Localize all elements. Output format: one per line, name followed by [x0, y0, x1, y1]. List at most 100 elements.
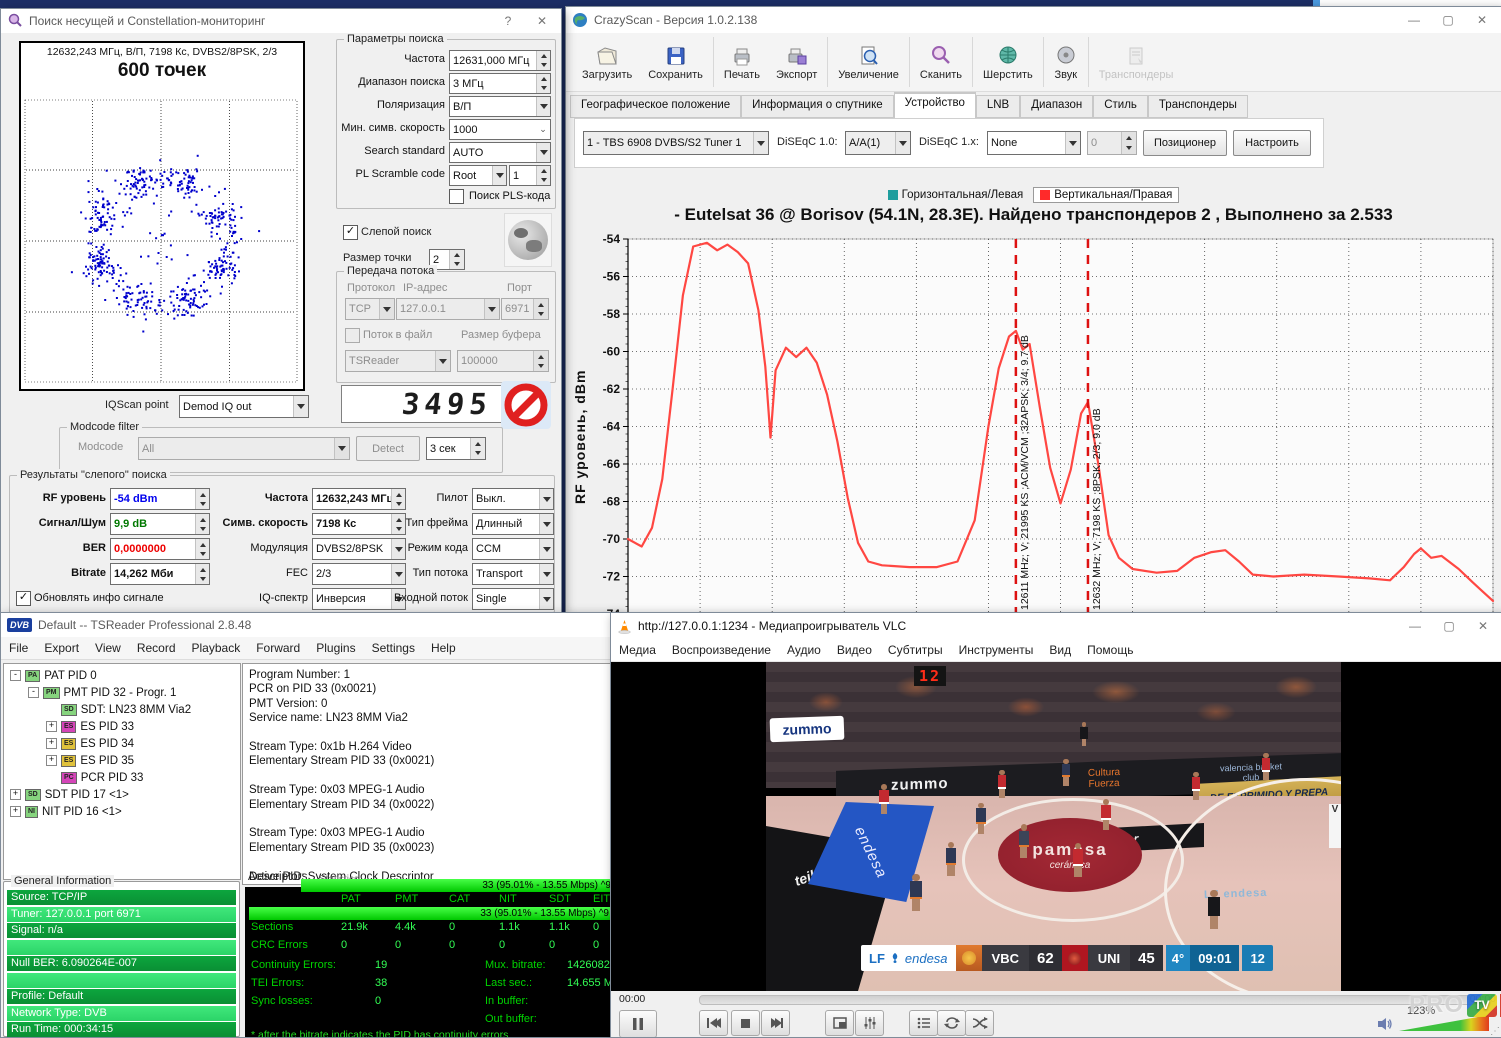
menu-item-export[interactable]: Export	[36, 638, 87, 658]
pid-tree-panel[interactable]: -PAPAT PID 0-PMPMT PID 32 - Progr. 1SDSD…	[3, 663, 241, 880]
update-signal-info-checkbox[interactable]: ✓	[16, 591, 31, 606]
modcode-select[interactable]: All	[138, 437, 350, 460]
param-spinner[interactable]: 3 МГц	[449, 73, 551, 94]
constellation-titlebar[interactable]: Поиск несущей и Constellation-мониторинг…	[1, 9, 561, 33]
close-button[interactable]: ✕	[1465, 9, 1499, 31]
tree-expander-icon[interactable]: -	[10, 670, 21, 681]
tree-item[interactable]: PCPCR PID 33	[4, 769, 240, 786]
toolbar-button-open-folder[interactable]: Загрузить	[574, 33, 640, 91]
tree-item[interactable]: +SDSDT PID 17 <1>	[4, 786, 240, 803]
maximize-button[interactable]: ▢	[1432, 615, 1466, 637]
toolbar-button-save-floppy[interactable]: Сохранить	[640, 33, 711, 91]
help-button[interactable]: ?	[491, 10, 525, 32]
fullscreen-button[interactable]	[825, 1010, 854, 1036]
tab-device[interactable]: Устройство	[894, 92, 976, 119]
param-select[interactable]: В/П	[449, 96, 551, 117]
param-spinner[interactable]: 12631,000 МГц	[449, 50, 551, 71]
tree-item[interactable]: +ESES PID 35	[4, 752, 240, 769]
close-button[interactable]: ✕	[1466, 615, 1500, 637]
protocol-select[interactable]: TCP	[345, 298, 395, 320]
tree-item[interactable]: -PMPMT PID 32 - Progr. 1	[4, 684, 240, 701]
tree-expander-icon[interactable]: +	[10, 789, 21, 800]
tree-item[interactable]: +ESES PID 33	[4, 718, 240, 735]
vlc-menu-item[interactable]: Медиа	[611, 640, 664, 660]
result-spinner[interactable]: 9,9 dB	[110, 513, 210, 535]
tree-item[interactable]: +NINIT PID 16 <1>	[4, 803, 240, 820]
maximize-button[interactable]: ▢	[1431, 9, 1465, 31]
pl-scramble-spinner[interactable]: 1	[509, 165, 551, 186]
result-select[interactable]: Длинный	[472, 513, 554, 535]
tab-tab0[interactable]: Географическое положение	[570, 95, 741, 118]
playlist-button[interactable]	[909, 1010, 938, 1036]
vlc-menu-item[interactable]: Субтитры	[880, 640, 951, 660]
tree-item[interactable]: -PAPAT PID 0	[4, 667, 240, 684]
vlc-menu-item[interactable]: Инструменты	[951, 640, 1042, 660]
tsreader-titlebar[interactable]: DVB Default -- TSReader Professional 2.8…	[1, 613, 615, 637]
toolbar-button-scan-magnifier[interactable]: Сканить	[912, 33, 970, 91]
crazyscan-titlebar[interactable]: CrazyScan - Версия 1.0.2.138 — ▢ ✕	[566, 7, 1501, 33]
result-select[interactable]: Выкл.	[472, 488, 554, 510]
vlc-menu-item[interactable]: Вид	[1041, 640, 1079, 660]
vlc-menu-item[interactable]: Аудио	[779, 640, 829, 660]
positioner-button[interactable]: Позиционер	[1143, 130, 1227, 156]
minimize-button[interactable]: —	[1397, 9, 1431, 31]
vlc-titlebar[interactable]: http://127.0.0.1:1234 - Медиапроигрывате…	[611, 613, 1501, 639]
toolbar-button-print[interactable]: Печать	[716, 33, 768, 91]
menu-item-settings[interactable]: Settings	[364, 638, 423, 658]
tree-expander-icon[interactable]: +	[46, 738, 57, 749]
position-spinner[interactable]: 0	[1087, 131, 1137, 155]
stop-button[interactable]	[731, 1010, 760, 1036]
vlc-menu-item[interactable]: Помощь	[1079, 640, 1141, 660]
menu-item-view[interactable]: View	[87, 638, 129, 658]
resize-grip[interactable]: ⋰	[1490, 1026, 1500, 1037]
menu-item-plugins[interactable]: Plugins	[308, 638, 363, 658]
toolbar-button-globe-scan[interactable]: Шерстить	[975, 33, 1041, 91]
tree-expander-icon[interactable]: -	[28, 687, 39, 698]
detect-button[interactable]: Detect	[356, 436, 420, 461]
result-spinner[interactable]: 0,0000000	[110, 538, 210, 560]
tree-item[interactable]: SDSDT: LN23 8MM Via2	[4, 701, 240, 718]
result-select[interactable]: CCM	[472, 538, 554, 560]
configure-button[interactable]: Настроить	[1233, 130, 1311, 156]
program-info-panel[interactable]: Program Number: 1PCR on PID 33 (0x0021)P…	[242, 663, 616, 885]
result-spinner[interactable]: -54 dBm	[110, 488, 210, 510]
menu-item-help[interactable]: Help	[423, 638, 464, 658]
tree-expander-icon[interactable]: +	[46, 755, 57, 766]
toolbar-button-sound-disc[interactable]: Звук	[1046, 33, 1086, 91]
tree-item[interactable]: +ESES PID 34	[4, 735, 240, 752]
pls-search-checkbox[interactable]	[449, 189, 464, 204]
param-select[interactable]: AUTO	[449, 142, 551, 163]
pl-scramble-select[interactable]: Root	[449, 165, 507, 186]
equalizer-button[interactable]	[855, 1010, 884, 1036]
legend-item-vertical[interactable]: Вертикальная/Правая	[1033, 187, 1179, 203]
tab-tab4[interactable]: Диапазон	[1020, 95, 1093, 118]
tab-tab1[interactable]: Информация о спутнике	[741, 95, 894, 118]
iqscan-select[interactable]: Demod IQ out	[179, 395, 309, 418]
seek-bar[interactable]	[699, 995, 1477, 1005]
previous-button[interactable]	[699, 1010, 728, 1036]
param-combo[interactable]: 1000⌄	[449, 119, 551, 140]
tree-expander-icon[interactable]: +	[46, 721, 57, 732]
blind-search-checkbox[interactable]: ✓	[343, 225, 358, 240]
minimize-button[interactable]: —	[1398, 615, 1432, 637]
result-select[interactable]: Transport	[472, 563, 554, 585]
pause-button[interactable]	[619, 1010, 657, 1038]
diseqc1x-select[interactable]: None	[987, 131, 1081, 155]
detect-interval-spinner[interactable]: 3 сек	[426, 437, 486, 460]
result-spinner[interactable]: 14,262 Мби	[110, 563, 210, 585]
shuffle-button[interactable]	[965, 1010, 994, 1036]
vlc-menu-item[interactable]: Воспроизведение	[664, 640, 779, 660]
stop-button[interactable]	[501, 381, 551, 429]
loop-button[interactable]	[937, 1010, 966, 1036]
toolbar-button-zoom-page[interactable]: Увеличение	[830, 33, 907, 91]
buffer-size-spinner[interactable]: 100000	[457, 350, 549, 372]
menu-item-record[interactable]: Record	[129, 638, 184, 658]
next-button[interactable]	[761, 1010, 790, 1036]
tab-tab3[interactable]: LNB	[976, 95, 1020, 118]
tuner-select[interactable]: 1 - TBS 6908 DVBS/S2 Tuner 1	[583, 131, 769, 155]
tree-expander-icon[interactable]: +	[10, 806, 21, 817]
stream-to-file-checkbox[interactable]	[345, 328, 360, 343]
menu-item-playback[interactable]: Playback	[184, 638, 249, 658]
menu-item-file[interactable]: File	[1, 638, 36, 658]
reader-select[interactable]: TSReader	[345, 350, 451, 372]
